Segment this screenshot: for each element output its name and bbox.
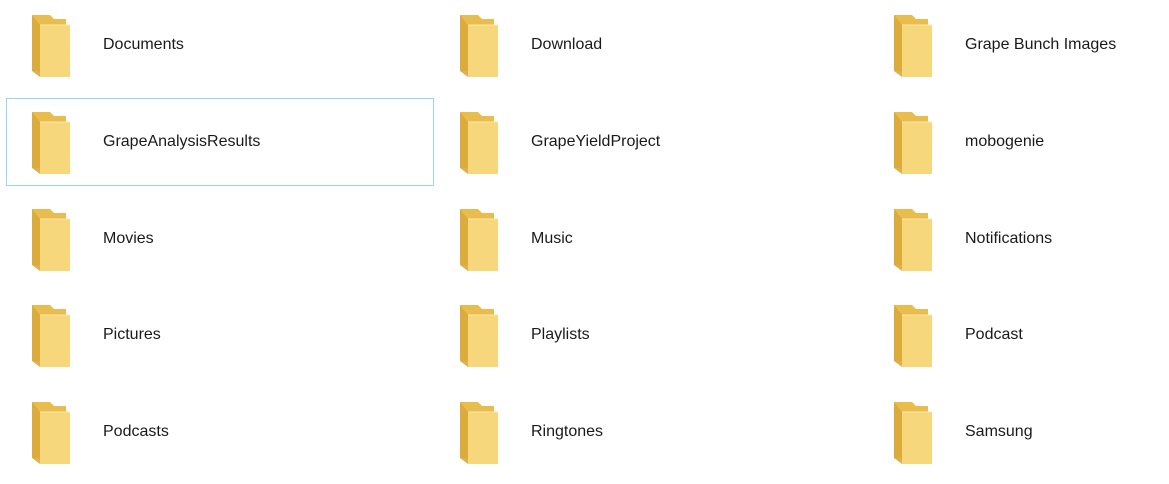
folder-tile[interactable]: Podcasts	[6, 388, 434, 476]
folder-icon	[886, 398, 936, 466]
folder-name: mobogenie	[965, 132, 1045, 150]
folder-tile[interactable]: Podcast	[868, 291, 1166, 379]
folder-grid: Documents Download Grape Bunch Images Gr…	[6, 0, 1166, 484]
folder-tile[interactable]: GrapeAnalysisResults	[6, 97, 434, 186]
folder-name: Notifications	[965, 229, 1053, 247]
folder-name: Samsung	[965, 423, 1033, 441]
folder-icon	[24, 108, 74, 176]
folder-icon	[452, 205, 502, 273]
folder-icon	[24, 205, 74, 273]
folder-icon	[24, 301, 74, 369]
folder-icon	[24, 398, 74, 466]
folder-icon	[452, 11, 502, 79]
folder-name: Podcasts	[103, 423, 169, 441]
folder-name: GrapeAnalysisResults	[103, 132, 261, 150]
folder-tile[interactable]: GrapeYieldProject	[434, 98, 868, 186]
folder-tile[interactable]: Playlists	[434, 291, 868, 379]
folder-name: Playlists	[531, 326, 590, 344]
folder-tile[interactable]: Movies	[6, 195, 434, 283]
folder-tile[interactable]: Samsung	[868, 388, 1166, 476]
folder-name: Documents	[103, 36, 184, 53]
folder-tile[interactable]: Documents	[6, 1, 434, 89]
folder-name: Movies	[103, 229, 154, 247]
folder-tile[interactable]: Download	[434, 1, 868, 89]
folder-tile[interactable]: Ringtones	[434, 388, 868, 476]
folder-tile[interactable]: mobogenie	[868, 98, 1166, 186]
folder-tile[interactable]: Music	[434, 195, 868, 283]
folder-icon	[24, 11, 74, 79]
folder-icon	[886, 11, 936, 79]
folder-icon	[886, 301, 936, 369]
folder-name: Pictures	[103, 326, 161, 344]
folder-icon	[886, 108, 936, 176]
folder-name: Podcast	[965, 326, 1023, 344]
folder-name: Download	[531, 36, 603, 53]
folder-icon	[886, 205, 936, 273]
folder-name: Ringtones	[531, 423, 604, 441]
folder-icon	[452, 301, 502, 369]
folder-name: Music	[531, 229, 573, 247]
folder-tile[interactable]: Notifications	[868, 195, 1166, 283]
folder-icon	[452, 398, 502, 466]
folder-tile[interactable]: Grape Bunch Images	[868, 1, 1166, 89]
folder-icon	[452, 108, 502, 176]
folder-name: GrapeYieldProject	[531, 132, 661, 150]
folder-name: Grape Bunch Images	[965, 36, 1117, 53]
folder-tile[interactable]: Pictures	[6, 291, 434, 379]
